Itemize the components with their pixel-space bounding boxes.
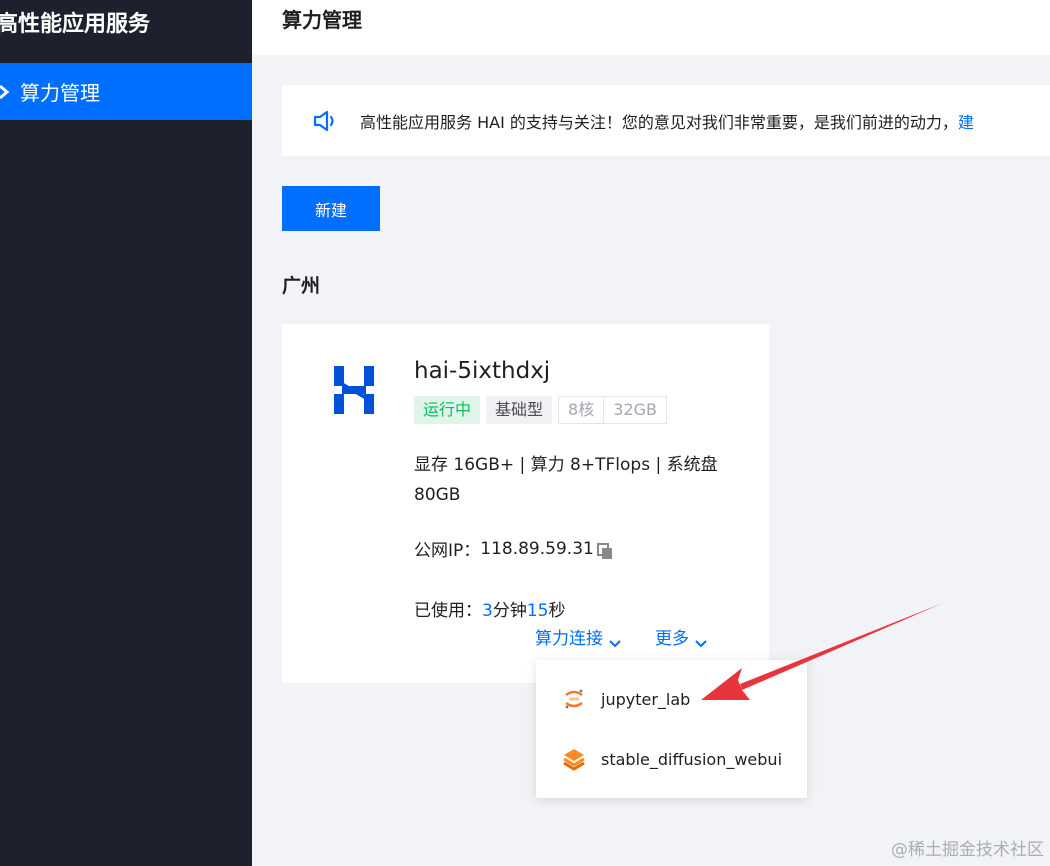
gear-icon <box>0 83 12 101</box>
cpu-value: 8核 <box>568 400 595 419</box>
connect-dropdown-menu: jupyter_lab stable_diffusion_webui <box>536 660 807 798</box>
more-label: 更多 <box>655 629 689 649</box>
new-button[interactable]: 新建 <box>282 186 380 231</box>
sidebar-item-compute-management[interactable]: 算力管理 <box>0 63 252 120</box>
instance-card: hai-5ixthdxj 运行中 基础型 8核 32GB 显存 16GB+ | … <box>282 324 769 683</box>
menu-item-label: jupyter_lab <box>601 689 691 709</box>
ip-value: 118.89.59.31 <box>480 538 594 559</box>
usage-seconds: 15 <box>526 601 549 621</box>
usage-label: 已使用： <box>414 601 482 621</box>
sidebar: 高性能应用服务 算力管理 <box>0 0 252 866</box>
menu-item-jupyter-lab[interactable]: jupyter_lab <box>536 671 807 727</box>
usage-minutes: 3 <box>482 601 493 621</box>
sidebar-item-label: 算力管理 <box>20 81 100 105</box>
stable-diffusion-icon <box>562 747 586 771</box>
connect-label: 算力连接 <box>535 629 603 649</box>
notice-text: 高性能应用服务 HAI 的支持与关注！您的意见对我们非常重要，是我们前进的动力， <box>360 112 958 132</box>
watermark: @稀土掘金技术社区 <box>891 840 1044 860</box>
notice-link[interactable]: 建 <box>958 109 974 133</box>
copy-icon[interactable] <box>596 542 614 560</box>
usage-row: 已使用：3分钟15秒 <box>414 596 565 621</box>
page-header: 算力管理 <box>252 0 1050 55</box>
hai-logo-icon <box>334 366 374 414</box>
usage-minutes-unit: 分钟 <box>492 601 527 621</box>
status-badge: 运行中 <box>414 396 481 424</box>
jupyter-icon <box>562 687 586 711</box>
more-dropdown-button[interactable]: 更多 <box>655 624 707 649</box>
ip-label: 公网IP： <box>414 541 481 561</box>
chevron-down-icon <box>695 633 707 647</box>
region-title: 广州 <box>282 275 321 297</box>
instance-name: hai-5ixthdxj <box>414 358 551 384</box>
sidebar-title: 高性能应用服务 <box>0 12 151 37</box>
instance-specs: 显存 16GB+ | 算力 8+TFlops | 系统盘 80GB <box>414 455 718 505</box>
memory-value: 32GB <box>613 400 657 419</box>
menu-item-stable-diffusion-webui[interactable]: stable_diffusion_webui <box>536 731 807 787</box>
chevron-down-icon <box>609 633 621 647</box>
type-badge: 基础型 <box>486 396 553 424</box>
instance-tags: 运行中 基础型 8核 32GB <box>414 396 667 424</box>
ip-row: 公网IP： 118.89.59.31 <box>414 536 614 561</box>
speaker-icon <box>312 109 338 133</box>
page-title: 算力管理 <box>282 8 362 32</box>
usage-seconds-unit: 秒 <box>548 601 566 621</box>
menu-item-label: stable_diffusion_webui <box>601 749 783 769</box>
spec-badge: 8核 32GB <box>558 396 667 424</box>
connect-dropdown-button[interactable]: 算力连接 <box>535 624 621 649</box>
notice-banner: 高性能应用服务 HAI 的支持与关注！您的意见对我们非常重要，是我们前进的动力，… <box>282 85 1050 156</box>
card-actions: 算力连接 更多 <box>535 624 707 649</box>
